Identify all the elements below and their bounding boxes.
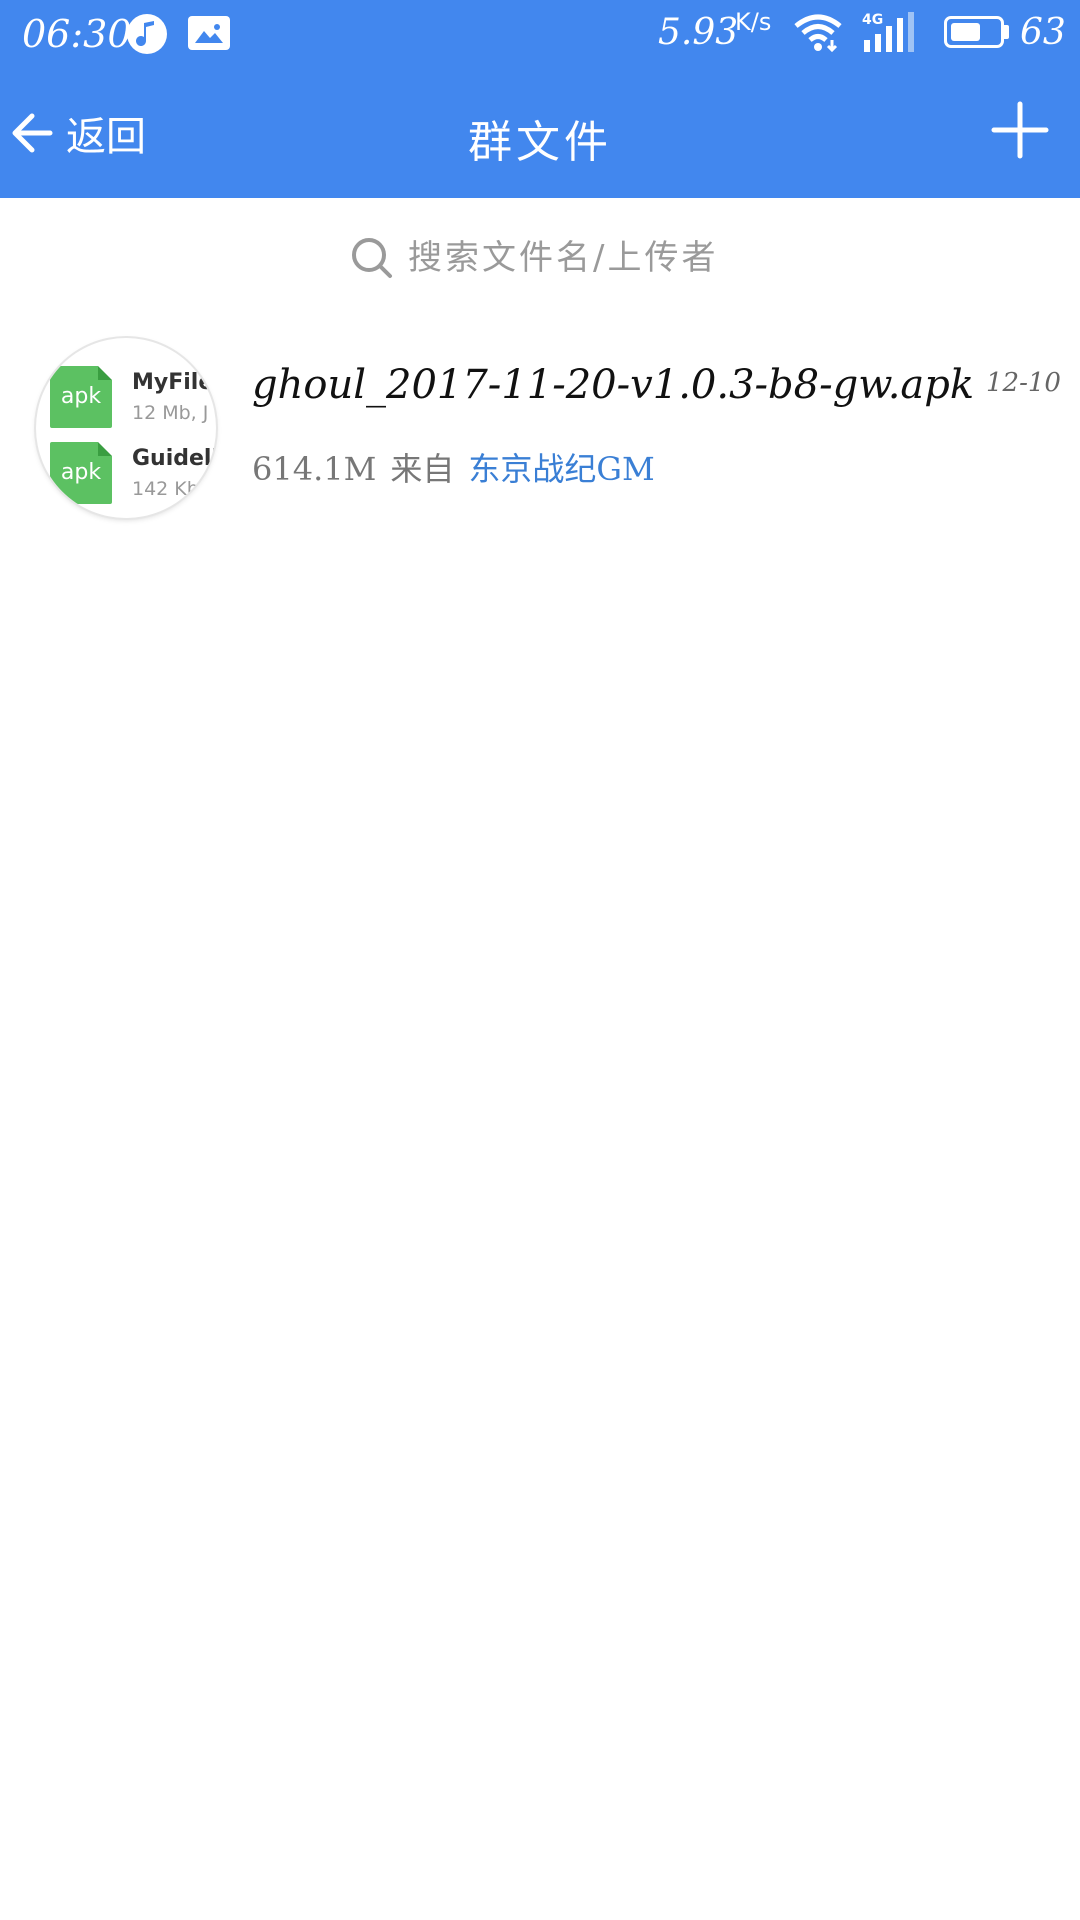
file-size: 614.1M <box>252 450 377 488</box>
battery-fill <box>951 23 980 41</box>
search-icon <box>352 238 392 278</box>
from-label: 来自 <box>390 450 455 488</box>
net-speed-unit: K/s <box>735 8 772 36</box>
uploader-link[interactable]: 东京战纪GM <box>468 450 654 488</box>
battery-percent: 63 <box>1020 12 1066 53</box>
file-date: 12-10 <box>986 368 1061 398</box>
file-list-item[interactable]: apk MyFile 12 Mb, J apk Guideli 142 Kb g… <box>0 330 1080 530</box>
plus-icon <box>991 101 1049 159</box>
status-bar: 06:30 5.93 K/s 4G 63 <box>0 0 1080 68</box>
net-speed: 5.93 <box>658 12 739 53</box>
search-bar[interactable] <box>0 198 1080 318</box>
nav-bar: 返回 群文件 <box>0 68 1080 198</box>
page-title: 群文件 <box>468 117 612 168</box>
music-icon <box>127 14 167 54</box>
search-input[interactable] <box>406 237 730 279</box>
battery-tip <box>1004 25 1009 39</box>
thumbnail-file-size: 142 Kb <box>132 478 199 500</box>
thumbnail-file-name: MyFile <box>132 370 214 395</box>
screen: 06:30 5.93 K/s 4G 63 返回 群文件 搜索文件名/上传者 ap… <box>0 0 1080 1920</box>
file-thumbnail: apk MyFile 12 Mb, J apk Guideli 142 Kb <box>36 338 216 518</box>
thumbnail-file-size: 12 Mb, J <box>132 402 209 424</box>
apk-file-icon: apk <box>50 442 112 504</box>
add-button[interactable] <box>990 100 1050 160</box>
image-icon <box>188 16 230 50</box>
apk-file-icon: apk <box>50 366 112 428</box>
file-meta: 614.1M 来自 东京战纪GM <box>252 444 655 490</box>
battery-icon <box>944 16 1004 48</box>
signal-icon <box>862 10 918 58</box>
wifi-icon <box>794 14 842 56</box>
status-time: 06:30 <box>22 12 132 56</box>
file-name: ghoul_2017-11-20-v1.0.3-b8-gw.apk <box>252 362 975 408</box>
thumbnail-file-name: Guideli <box>132 446 216 471</box>
